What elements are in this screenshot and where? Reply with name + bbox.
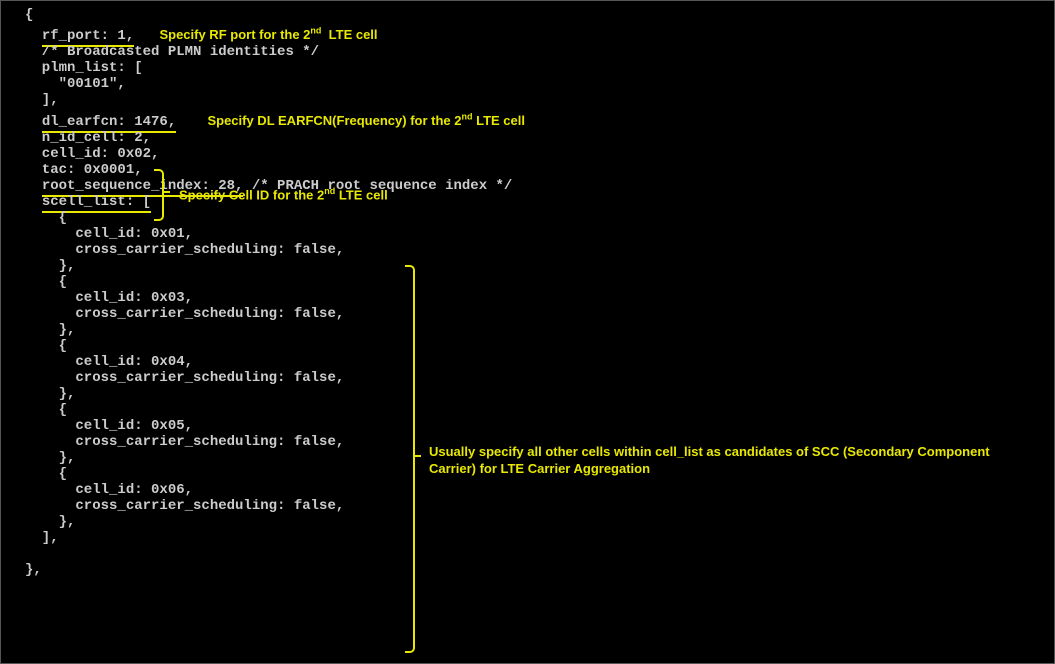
code-line: }, (1, 258, 1054, 274)
annotation-rfport: Specify RF port for the 2nd LTE cell (159, 27, 377, 42)
code-line: cell_id: 0x02, (1, 146, 1054, 162)
bracket-tick (162, 191, 170, 193)
code-line: plmn_list: [ (1, 60, 1054, 76)
code-line: cell_id: 0x03, (1, 290, 1054, 306)
code-line (1, 546, 1054, 562)
code-line: ], (1, 92, 1054, 108)
code-line: }, (1, 322, 1054, 338)
code-line: }, (1, 386, 1054, 402)
code-line: cell_id: 0x01, (1, 226, 1054, 242)
annotation-scell: Usually specify all other cells within c… (429, 443, 1009, 477)
code-line: cell_id: 0x06, (1, 482, 1054, 498)
bracket-scell (405, 265, 415, 653)
code-line: { (1, 402, 1054, 418)
code-line: dl_earfcn: 1476, Specify DL EARFCN(Frequ… (1, 108, 1054, 129)
code-line: { (1, 274, 1054, 290)
code-line: cell_id: 0x05, (1, 418, 1054, 434)
code-line: }, (1, 514, 1054, 530)
code-line: /* Broadcasted PLMN identities */ (1, 44, 1054, 60)
annotation-earfcn: Specify DL EARFCN(Frequency) for the 2nd… (201, 111, 531, 130)
code-line: "00101", (1, 76, 1054, 92)
code-line: cross_carrier_scheduling: false, (1, 306, 1054, 322)
code-line: cell_id: 0x04, (1, 354, 1054, 370)
bracket-tick (413, 455, 421, 457)
code-line: ], (1, 530, 1054, 546)
code-line: cross_carrier_scheduling: false, (1, 370, 1054, 386)
code-line: cross_carrier_scheduling: false, (1, 498, 1054, 514)
bracket-cellid (154, 169, 164, 221)
code-block: { rf_port: 1, Specify RF port for the 2n… (1, 1, 1054, 578)
code-line: rf_port: 1, Specify RF port for the 2nd … (1, 23, 1054, 44)
annotation-cellid: Specify Cell ID for the 2nd LTE cell (179, 186, 388, 202)
code-line: { (1, 338, 1054, 354)
code-line: { (1, 7, 1054, 23)
code-line: cross_carrier_scheduling: false, (1, 242, 1054, 258)
code-line: }, (1, 562, 1054, 578)
